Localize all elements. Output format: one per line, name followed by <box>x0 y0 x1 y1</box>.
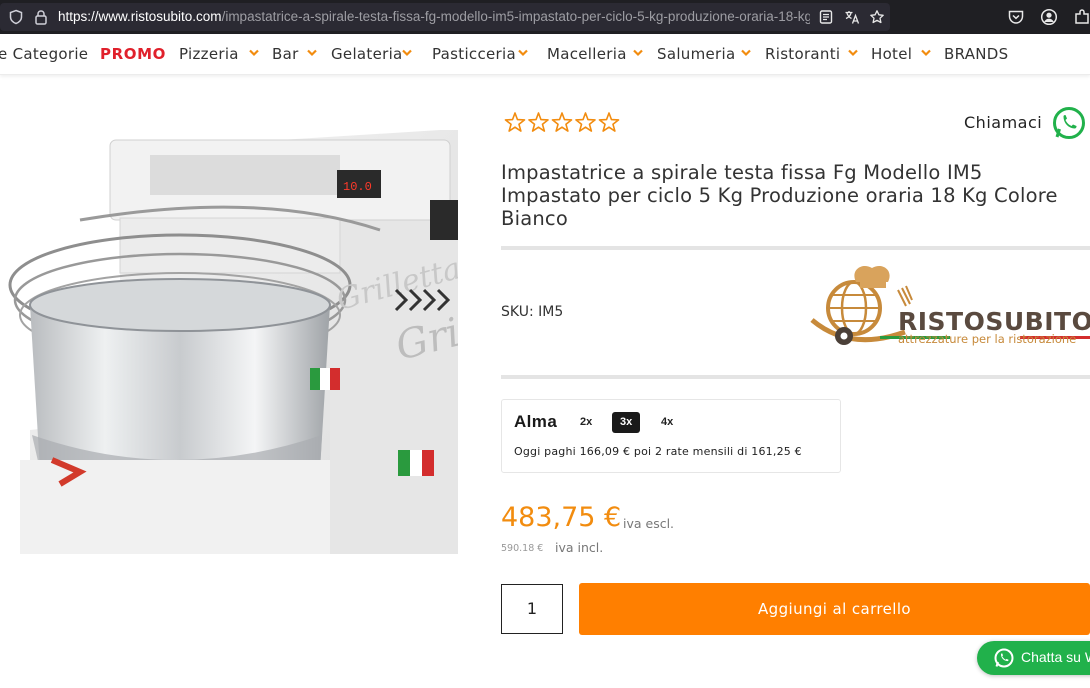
reader-view-icon[interactable] <box>818 9 834 25</box>
price: 483,75 € <box>501 502 622 533</box>
nav-item-e-categorie[interactable]: e Categorie <box>0 45 88 63</box>
product-title: Impastatrice a spirale testa fissa Fg Mo… <box>501 161 1058 230</box>
chevron-down-icon[interactable] <box>249 49 259 57</box>
address-bar[interactable]: https://www.ristosubito.com/impastatrice… <box>0 3 890 31</box>
alma-option-3x[interactable]: 3x <box>612 412 641 433</box>
ristosubito-logo[interactable]: RISTOSUBITO attrezzature per la ristoraz… <box>810 262 1090 352</box>
alma-logo: Alma <box>514 412 558 431</box>
url-path: /impastatrice-a-spirale-testa-fissa-fg-m… <box>221 9 810 24</box>
alma-option-2x[interactable]: 2x <box>572 412 600 433</box>
extensions-icon[interactable] <box>1073 8 1090 26</box>
nav-item-pizzeria[interactable]: Pizzeria <box>179 45 239 63</box>
whatsapp-icon <box>994 648 1014 668</box>
chevron-down-icon[interactable] <box>848 49 858 57</box>
price-incl-vat-note: iva incl. <box>555 540 604 555</box>
bookmark-star-icon[interactable] <box>869 9 885 25</box>
star-icon[interactable] <box>528 112 549 132</box>
account-icon[interactable] <box>1040 8 1058 26</box>
add-to-cart-button[interactable]: Aggiungi al carrello <box>579 583 1090 635</box>
divider <box>501 375 1090 379</box>
divider <box>501 246 1090 250</box>
logo-tagline: attrezzature per la ristorazione <box>898 332 1076 346</box>
alma-payment-text: Oggi paghi 166,09 € poi 2 rate mensili d… <box>514 445 802 458</box>
star-icon[interactable] <box>551 112 573 132</box>
alma-option-4x[interactable]: 4x <box>653 412 681 433</box>
star-icon[interactable] <box>504 112 526 132</box>
nav-item-bar[interactable]: Bar <box>272 45 299 63</box>
category-nav: e Categorie PROMO Pizzeria Bar Gelateria Past… <box>0 34 1090 75</box>
translate-icon[interactable] <box>844 9 860 25</box>
chevron-down-icon[interactable] <box>307 49 317 57</box>
lock-icon[interactable] <box>33 9 49 25</box>
browser-toolbar: https://www.ristosubito.com/impastatrice… <box>0 0 1090 34</box>
chevron-down-icon[interactable] <box>921 49 931 57</box>
quantity-input[interactable]: 1 <box>501 584 563 634</box>
url-text[interactable]: https://www.ristosubito.com/impastatrice… <box>58 9 810 27</box>
chevron-down-icon[interactable] <box>518 49 528 57</box>
nav-item-hotel[interactable]: Hotel <box>871 45 912 63</box>
italy-flag-icon <box>310 368 340 390</box>
product-sku: SKU: IM5 <box>501 304 564 320</box>
url-host: https://www.ristosubito.com <box>58 9 222 24</box>
svg-text:10.0: 10.0 <box>343 180 372 194</box>
pocket-icon[interactable] <box>1007 8 1025 26</box>
chevron-down-icon[interactable] <box>633 49 643 57</box>
whatsapp-icon[interactable] <box>1051 105 1087 141</box>
chat-label: Chatta su W <box>1021 649 1090 665</box>
nav-item-salumeria[interactable]: Salumeria <box>657 45 735 63</box>
nav-item-ristoranti[interactable]: Ristoranti <box>765 45 840 63</box>
price-vat-note: iva escl. <box>623 516 675 531</box>
nav-item-promo[interactable]: PROMO <box>100 45 166 63</box>
nav-item-macelleria[interactable]: Macelleria <box>547 45 627 63</box>
whatsapp-chat-button[interactable]: Chatta su W <box>977 641 1090 675</box>
star-icon[interactable] <box>575 112 596 132</box>
rating-stars[interactable] <box>504 110 624 136</box>
nav-item-gelateria[interactable]: Gelateria <box>331 45 403 63</box>
call-us-label[interactable]: Chiamaci <box>964 113 1042 132</box>
chevron-down-icon[interactable] <box>741 49 751 57</box>
shield-icon[interactable] <box>8 9 24 25</box>
nav-item-pasticceria[interactable]: Pasticceria <box>432 45 516 63</box>
product-image[interactable]: 10.0 Grilletta Gril <box>0 100 477 554</box>
price-incl-vat: 590.18 € <box>501 543 544 554</box>
star-icon[interactable] <box>598 112 620 132</box>
alma-installments-widget: Alma 2x 3x 4x Oggi paghi 166,09 € poi 2 … <box>501 399 841 473</box>
nav-item-brands[interactable]: BRANDS <box>944 45 1008 63</box>
spiral-mixer-image: 10.0 Grilletta Gril <box>8 130 477 554</box>
chevron-down-icon[interactable] <box>402 49 412 57</box>
